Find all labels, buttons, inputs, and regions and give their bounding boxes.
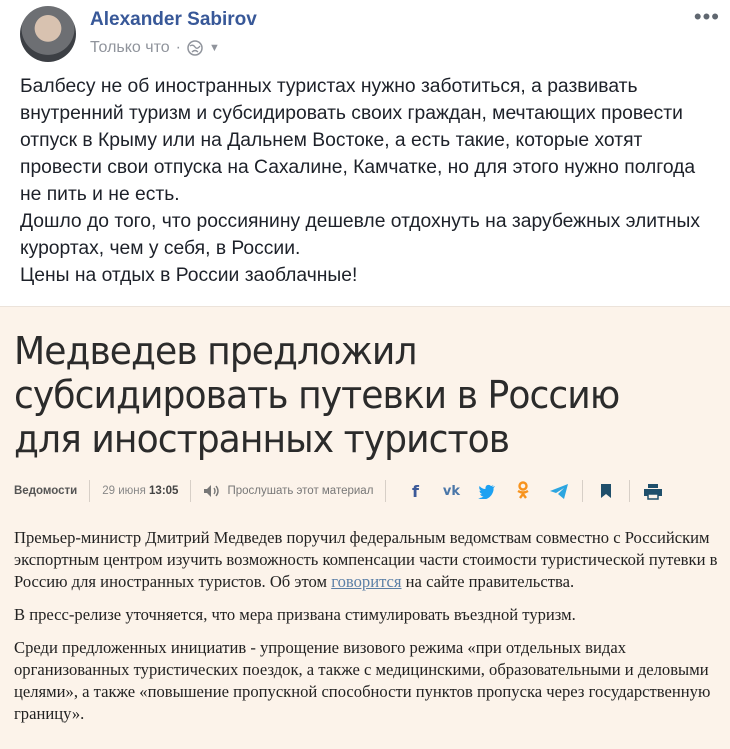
post-header: Alexander Sabirov Только что · ▼ •••	[0, 0, 730, 70]
vk-icon[interactable]: vk	[440, 480, 462, 502]
post-text: Балбесу не об иностранных туристах нужно…	[20, 73, 720, 289]
bookmark-icon[interactable]	[595, 480, 617, 502]
author-name[interactable]: Alexander Sabirov	[90, 9, 257, 31]
article-body: Премьер-министр Дмитрий Медведев поручил…	[14, 527, 726, 736]
facebook-icon[interactable]: f	[404, 480, 426, 502]
article-source-bar: Ведомости 29 июня 13:05 Прослушать этот …	[14, 479, 664, 503]
article-source: Ведомости	[14, 485, 78, 497]
more-options-icon[interactable]: •••	[694, 6, 720, 28]
post-meta: Только что · ▼	[90, 39, 220, 57]
twitter-icon[interactable]	[476, 480, 498, 502]
listen-label: Прослушать этот материал	[227, 485, 374, 497]
globe-icon[interactable]	[187, 40, 203, 56]
print-icon[interactable]	[642, 480, 664, 502]
telegram-icon[interactable]	[548, 480, 570, 502]
listen-button[interactable]: Прослушать этот материал	[203, 484, 373, 498]
article-paragraph: Среди предложенных инициатив - упрощение…	[14, 638, 711, 723]
post-line: Цены на отдых в России заоблачные!	[20, 265, 358, 286]
avatar[interactable]	[20, 6, 76, 62]
odnoklassniki-icon[interactable]	[512, 480, 534, 502]
post-timestamp[interactable]: Только что	[90, 39, 170, 57]
share-icons: f vk	[404, 480, 664, 502]
post-line: Дошло до того, что россиянину дешевле от…	[20, 211, 700, 259]
article-link[interactable]: говорится	[331, 572, 401, 591]
article-headline[interactable]: Медведев предложил субсидировать путевки…	[14, 329, 679, 461]
article-paragraph: В пресс-релизе уточняется, что мера приз…	[14, 605, 576, 624]
speaker-icon	[204, 485, 220, 497]
audience-caret-icon[interactable]: ▼	[209, 42, 220, 54]
shared-article-card[interactable]: Медведев предложил субсидировать путевки…	[0, 306, 730, 749]
post-line: Балбесу не об иностранных туристах нужно…	[20, 76, 696, 205]
article-date: 29 июня 13:05	[102, 485, 179, 497]
article-paragraph: Премьер-министр Дмитрий Медведев поручил…	[14, 528, 718, 591]
